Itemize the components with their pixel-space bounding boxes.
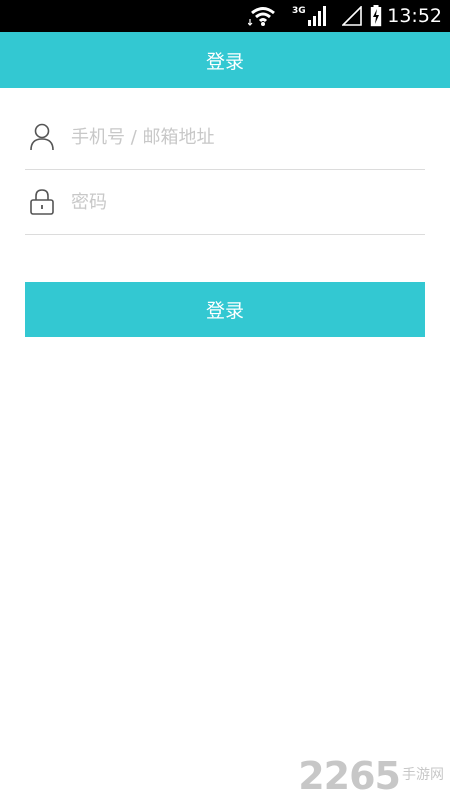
cellular-signal-icon: 3G (292, 0, 327, 32)
page-title: 登录 (205, 50, 244, 73)
status-time: 13:52 (387, 5, 442, 27)
signal-empty-icon (342, 0, 362, 32)
login-button-label: 登录 (205, 301, 244, 322)
wifi-icon (248, 0, 278, 32)
watermark-text: 手游网 (402, 767, 444, 783)
login-form (25, 105, 425, 235)
network-type-label: 3G (292, 6, 306, 16)
status-bar: 3G 13:52 (0, 0, 450, 32)
battery-charging-icon (370, 0, 382, 32)
password-input[interactable] (71, 182, 411, 222)
lock-icon (27, 187, 57, 217)
header: 登录 (0, 32, 450, 88)
account-field-row (25, 105, 425, 170)
password-field-row (25, 170, 425, 235)
user-icon (27, 122, 57, 152)
account-input[interactable] (71, 117, 411, 157)
login-button[interactable]: 登录 (25, 282, 425, 337)
watermark-number: 2265 (298, 754, 401, 798)
watermark-logo: 2265 手游网 (298, 756, 444, 796)
